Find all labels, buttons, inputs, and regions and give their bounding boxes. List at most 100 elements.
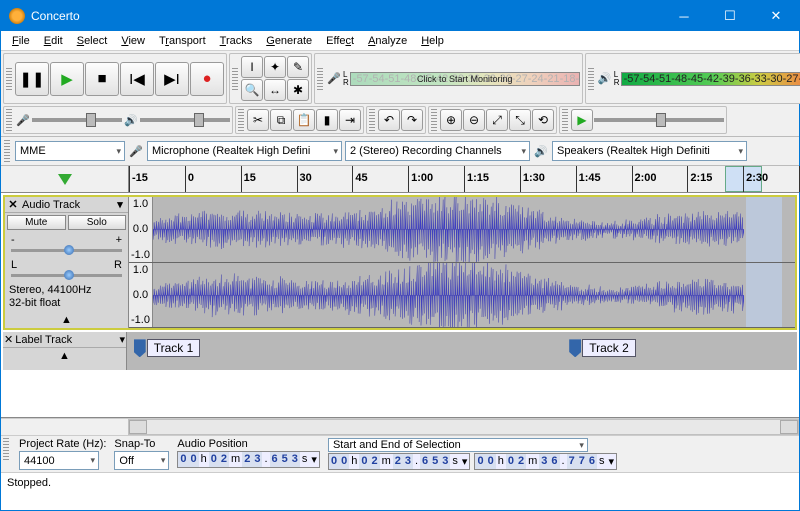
grip-icon[interactable] <box>6 109 12 131</box>
gain-slider[interactable]: -+ <box>5 232 128 257</box>
track-collapse-button[interactable]: ▲ <box>5 312 128 328</box>
mic-icon: 🎤 <box>15 112 31 128</box>
menu-edit[interactable]: Edit <box>37 33 70 49</box>
selection-tool[interactable]: I <box>241 56 263 78</box>
audio-host-select[interactable]: MME <box>15 141 125 161</box>
silence-button[interactable]: ⇥ <box>339 109 361 131</box>
rec-volume-slider[interactable] <box>32 118 122 122</box>
mic-icon: 🎤 <box>128 143 144 159</box>
selection-start-field[interactable]: 00h02m23.653s▾ <box>328 453 471 470</box>
play-at-speed-button[interactable]: ▶ <box>571 109 593 131</box>
fit-selection-button[interactable]: ⤢ <box>486 109 508 131</box>
playback-device-select[interactable]: Speakers (Realtek High Definiti <box>552 141 747 161</box>
grip-icon[interactable] <box>369 109 375 131</box>
menu-file[interactable]: File <box>5 33 37 49</box>
menu-transport[interactable]: Transport <box>152 33 213 49</box>
track-label[interactable]: Track 1 <box>134 339 201 357</box>
close-button[interactable]: ✕ <box>753 1 799 31</box>
zoom-in-button[interactable]: ⊕ <box>440 109 462 131</box>
tracks-area: ✕Audio Track▾ MuteSolo -+ LR Stereo, 441… <box>1 193 799 418</box>
play-volume-slider[interactable] <box>140 118 230 122</box>
menu-generate[interactable]: Generate <box>259 33 319 49</box>
recording-meter[interactable]: -57-54-51-48-45-42-39-36-33-30-27-24-21-… <box>350 72 580 86</box>
mute-button[interactable]: Mute <box>7 215 66 230</box>
multi-tool[interactable]: ✱ <box>287 79 309 101</box>
track-collapse-button[interactable]: ▲ <box>3 348 126 364</box>
record-channels-select[interactable]: 2 (Stereo) Recording Channels <box>345 141 530 161</box>
selection-toolbar: Project Rate (Hz):44100 Snap-ToOff Audio… <box>1 435 799 472</box>
grip-icon[interactable] <box>4 140 10 162</box>
undo-button[interactable]: ↶ <box>378 109 400 131</box>
audio-position-field[interactable]: 00h02m23.653s▾ <box>177 451 320 468</box>
zoom-toggle-button[interactable]: ⟲ <box>532 109 554 131</box>
fit-project-button[interactable]: ⤡ <box>509 109 531 131</box>
track-menu-button[interactable]: ▾ <box>113 198 127 211</box>
speaker-icon: 🔊 <box>533 143 549 159</box>
edit-toolbar: ✂ ⧉ 📋 ▮ ⇥ <box>235 106 364 134</box>
window-title: Concerto <box>31 9 661 23</box>
redo-button[interactable]: ↷ <box>401 109 423 131</box>
menu-analyze[interactable]: Analyze <box>361 33 414 49</box>
grip-icon[interactable] <box>431 109 437 131</box>
draw-tool[interactable]: ✎ <box>287 56 309 78</box>
playhead-icon[interactable] <box>58 174 72 185</box>
waveform-display[interactable]: 1.00.0-1.0 1.00.0-1.0 <box>129 197 795 328</box>
mic-icon: 🎤 <box>326 71 342 87</box>
cut-button[interactable]: ✂ <box>247 109 269 131</box>
label-track: ✕Label Track▾ ▲ Track 1Track 2 <box>3 332 797 370</box>
envelope-tool[interactable]: ✦ <box>264 56 286 78</box>
grip-icon[interactable] <box>317 68 323 90</box>
paste-button[interactable]: 📋 <box>293 109 315 131</box>
record-device-select[interactable]: Microphone (Realtek High Defini <box>147 141 342 161</box>
menu-help[interactable]: Help <box>414 33 451 49</box>
pause-button[interactable]: ❚❚ <box>15 62 49 96</box>
grip-icon[interactable] <box>238 109 244 131</box>
track-close-button[interactable]: ✕ <box>6 198 20 211</box>
menu-view[interactable]: View <box>114 33 152 49</box>
menubar: File Edit Select View Transport Tracks G… <box>1 31 799 51</box>
grip-icon[interactable] <box>232 68 238 90</box>
toolbar-area: ❚❚ ▶ ■ I◀ ▶I ● I ✦ ✎ 🔍 ↔ ✱ 🎤 LR -57-54-5… <box>1 51 799 137</box>
menu-effect[interactable]: Effect <box>319 33 361 49</box>
pan-slider[interactable]: LR <box>5 257 128 282</box>
h-scrollbar[interactable] <box>1 418 799 435</box>
track-menu-button[interactable]: ▾ <box>119 333 125 346</box>
play-button[interactable]: ▶ <box>50 62 84 96</box>
undo-toolbar: ↶ ↷ <box>366 106 426 134</box>
menu-select[interactable]: Select <box>70 33 115 49</box>
playback-meter[interactable]: -57-54-51-48-45-42-39-36-33-30-27-24-21-… <box>621 72 800 86</box>
menu-tracks[interactable]: Tracks <box>213 33 260 49</box>
skip-start-button[interactable]: I◀ <box>120 62 154 96</box>
grip-icon[interactable] <box>6 68 12 90</box>
zoom-tool[interactable]: 🔍 <box>241 79 263 101</box>
waveform-left <box>153 197 744 262</box>
scrub-toolbar: ▶ <box>559 106 727 134</box>
grip-icon[interactable] <box>588 68 594 90</box>
project-rate-select[interactable]: 44100 <box>19 451 99 470</box>
minimize-button[interactable]: ─ <box>661 1 707 31</box>
grip-icon[interactable] <box>562 109 568 131</box>
grip-icon[interactable] <box>3 438 9 460</box>
maximize-button[interactable]: ☐ <box>707 1 753 31</box>
snap-to-select[interactable]: Off <box>114 451 169 470</box>
selection-mode-select[interactable]: Start and End of Selection <box>328 438 588 452</box>
timeshift-tool[interactable]: ↔ <box>264 79 286 101</box>
tools-toolbar: I ✦ ✎ 🔍 ↔ ✱ <box>229 53 312 104</box>
track-label[interactable]: Track 2 <box>569 339 636 357</box>
timeline-ruler[interactable]: -1501530451:001:151:301:452:002:152:302:… <box>1 166 799 193</box>
status-bar: Stopped. <box>1 472 799 492</box>
skip-end-button[interactable]: ▶I <box>155 62 189 96</box>
trim-button[interactable]: ▮ <box>316 109 338 131</box>
record-button[interactable]: ● <box>190 62 224 96</box>
solo-button[interactable]: Solo <box>68 215 127 230</box>
copy-button[interactable]: ⧉ <box>270 109 292 131</box>
audio-track: ✕Audio Track▾ MuteSolo -+ LR Stereo, 441… <box>3 195 797 330</box>
stop-button[interactable]: ■ <box>85 62 119 96</box>
selection-end-field[interactable]: 00h02m36.776s▾ <box>474 453 617 470</box>
zoom-out-button[interactable]: ⊖ <box>463 109 485 131</box>
rec-meter-toolbar: 🎤 LR -57-54-51-48-45-42-39-36-33-30-27-2… <box>314 53 583 104</box>
zoom-toolbar: ⊕ ⊖ ⤢ ⤡ ⟲ <box>428 106 557 134</box>
waveform-right <box>153 263 744 328</box>
track-close-button[interactable]: ✕ <box>4 333 13 346</box>
speed-slider[interactable] <box>594 118 724 122</box>
